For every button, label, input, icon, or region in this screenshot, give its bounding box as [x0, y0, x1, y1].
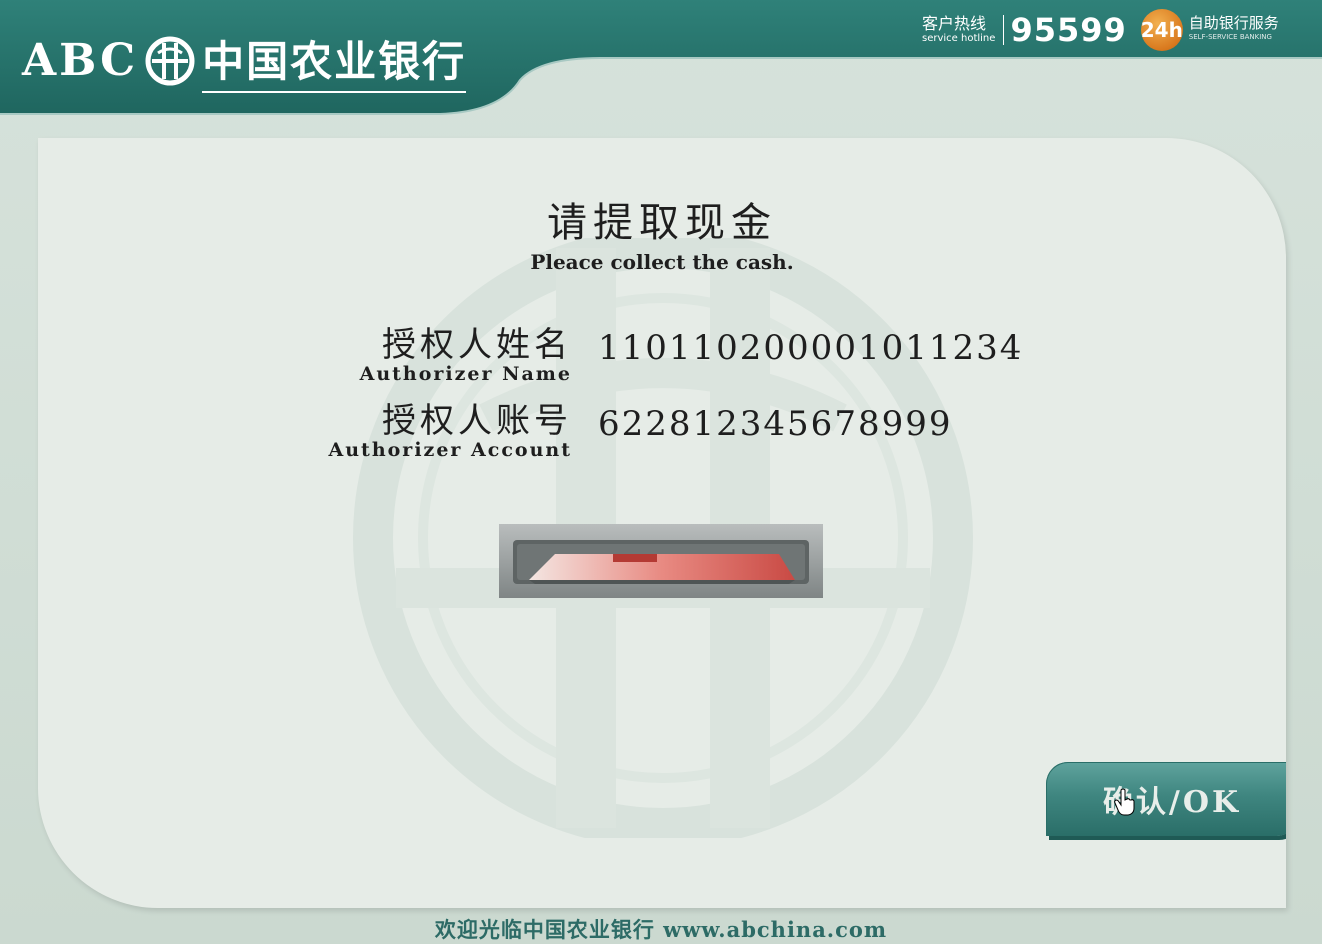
hotline-label-cn: 客户热线 — [922, 14, 987, 33]
self-service-en: SELF-SERVICE BANKING — [1188, 33, 1272, 41]
authorizer-name-label: 授权人姓名 Authorizer Name — [360, 326, 572, 384]
authorizer-name-label-en: Authorizer Name — [359, 363, 572, 385]
hotline-number: 95599 — [1010, 11, 1127, 49]
abc-coin-emblem-icon — [145, 36, 195, 85]
page-title-cn: 请提取现金 — [547, 200, 777, 246]
logo-bank-name: 中国农业银行 — [202, 28, 467, 93]
authorizer-name-value: 110110200001011234 — [598, 328, 1024, 368]
authorizer-account-label-en: Authorizer Account — [328, 439, 572, 461]
footer-welcome: 欢迎光临中国农业银行 www.abchina.com — [434, 917, 888, 942]
authorizer-account-label-cn: 授权人账号 — [382, 401, 572, 441]
self-service-cn: 自助银行服务 — [1188, 14, 1279, 32]
authorizer-name-label-cn: 授权人姓名 — [382, 325, 572, 365]
page-title-en: Pleace collect the cash. — [530, 250, 794, 274]
hotline-label-en: service hotline — [922, 33, 996, 44]
ok-button[interactable]: 确认/OK — [1046, 762, 1286, 836]
service-hotline: 客户热线 service hotline 95599 24h 自助银行服务 SE… — [922, 9, 1279, 51]
authorizer-account-value: 622812345678999 — [598, 404, 953, 444]
hand-pointer-icon — [1114, 788, 1135, 816]
abc-logo: ABC 中国农业银行 — [22, 28, 467, 93]
authorizer-account-label: 授权人账号 Authorizer Account — [328, 402, 572, 460]
logo-abc-text: ABC — [22, 35, 139, 86]
hotline-label: 客户热线 service hotline — [922, 14, 1005, 45]
main-panel: 请提取现金 Pleace collect the cash. 授权人姓名 Aut… — [38, 138, 1286, 908]
24h-clock-icon: 24h — [1141, 9, 1183, 51]
self-service-label: 自助银行服务 SELF-SERVICE BANKING — [1189, 16, 1279, 44]
atm-screen: ABC 中国农业银行 客户热线 service hotline 95599 24… — [0, 0, 1322, 944]
cash-slot-icon — [499, 524, 823, 598]
badge-24h-text: 24h — [1140, 18, 1183, 42]
